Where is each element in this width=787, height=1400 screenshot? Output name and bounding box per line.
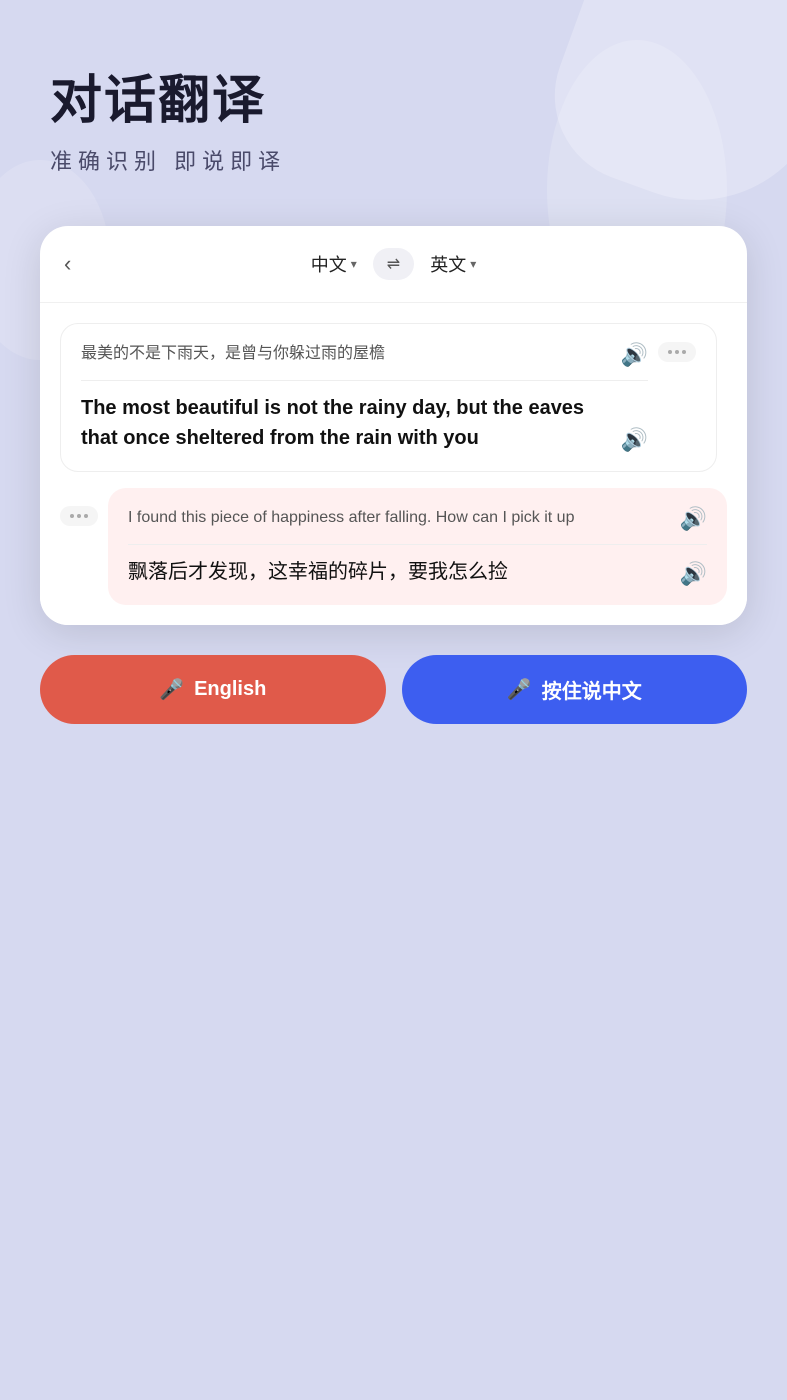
lang-from-arrow: ▾ [351,257,357,271]
msg2-sound-icon[interactable]: 🔊 [680,506,707,532]
message-row-2: I found this piece of happiness after fa… [60,488,727,605]
message-bubble-2: I found this piece of happiness after fa… [108,488,727,605]
lang-from-label: 中文 [311,251,347,277]
header: 对话翻译 准确识别 即说即译 [0,0,787,206]
main-card: ‹ 中文 ▾ ⇌ 英文 ▾ 最美的不是下雨天，是曾与你躲过雨的屋檐 🔊 [40,226,747,625]
msg2-translation: 飘落后才发现，这幸福的碎片，要我怎么捡 [128,557,508,587]
dot3 [682,350,686,354]
chinese-button-label: 按住说中文 [542,675,642,704]
english-button-label: English [194,678,266,701]
msg2-more-button[interactable] [60,506,98,526]
page-subtitle: 准确识别 即说即译 [50,144,737,176]
language-toolbar: ‹ 中文 ▾ ⇌ 英文 ▾ [40,226,747,303]
msg2-original: I found this piece of happiness after fa… [128,506,574,530]
page-title: 对话翻译 [50,70,737,132]
msg1-translation-sound-icon[interactable]: 🔊 [621,427,648,453]
msg1-translation: The most beautiful is not the rainy day,… [81,393,613,453]
speak-chinese-button[interactable]: 🎤 按住说中文 [402,655,748,724]
dot4 [70,514,74,518]
dot5 [77,514,81,518]
bottom-buttons-area: 🎤 English 🎤 按住说中文 [0,625,787,764]
msg2-more-dots [70,514,88,518]
chinese-mic-icon: 🎤 [507,677,532,702]
swap-languages-button[interactable]: ⇌ [373,248,414,280]
msg2-divider [128,544,707,545]
chat-area: 最美的不是下雨天，是曾与你躲过雨的屋檐 🔊 The most beautiful… [40,303,747,625]
msg1-original: 最美的不是下雨天，是曾与你躲过雨的屋檐 [81,342,385,366]
lang-from-button[interactable]: 中文 ▾ [311,251,357,277]
msg1-divider [81,380,648,381]
lang-to-button[interactable]: 英文 ▾ [430,251,476,277]
speak-english-button[interactable]: 🎤 English [40,655,386,724]
lang-to-label: 英文 [430,251,466,277]
msg1-more-dots [668,350,686,354]
dot2 [675,350,679,354]
message-bubble-1: 最美的不是下雨天，是曾与你躲过雨的屋檐 🔊 The most beautiful… [60,323,717,472]
msg1-more-button[interactable] [658,342,696,362]
msg2-translation-sound-icon[interactable]: 🔊 [680,561,707,587]
lang-to-arrow: ▾ [470,257,476,271]
dot1 [668,350,672,354]
msg1-sound-icon[interactable]: 🔊 [621,342,648,368]
back-button[interactable]: ‹ [64,251,71,277]
dot6 [84,514,88,518]
msg1-text-section: 最美的不是下雨天，是曾与你躲过雨的屋檐 🔊 The most beautiful… [81,342,648,453]
english-mic-icon: 🎤 [159,677,184,702]
